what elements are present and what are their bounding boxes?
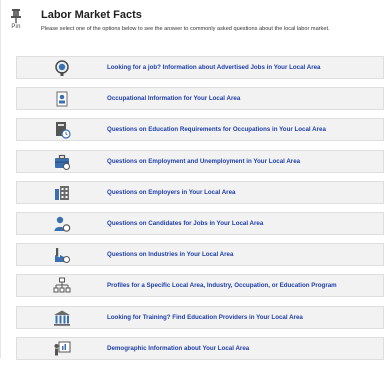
- option-label[interactable]: Looking for Training? Find Education Pro…: [107, 307, 303, 328]
- page-subtitle: Please select one of the options below t…: [41, 26, 330, 32]
- occupation-badge-icon: [53, 90, 71, 108]
- option-label[interactable]: Occupational Information for Your Local …: [107, 88, 240, 109]
- option-label[interactable]: Questions on Employment and Unemployment…: [107, 151, 300, 172]
- option-label[interactable]: Looking for a job? Information about Adv…: [107, 57, 321, 78]
- magnifier-icon: [53, 59, 71, 77]
- option-employment-unemployment[interactable]: Questions on Employment and Unemployment…: [16, 149, 384, 173]
- briefcase-icon: [53, 153, 71, 171]
- labor-market-facts-page: Pin Labor Market Facts Please select one…: [0, 0, 387, 360]
- org-chart-icon: [53, 277, 71, 295]
- option-demographics[interactable]: Demographic Information about Your Local…: [16, 336, 384, 360]
- option-occupational-info[interactable]: Occupational Information for Your Local …: [16, 87, 384, 111]
- option-profiles[interactable]: Profiles for a Specific Local Area, Indu…: [16, 274, 384, 298]
- option-label[interactable]: Profiles for a Specific Local Area, Indu…: [107, 275, 337, 296]
- option-industries[interactable]: Questions on Industries in Your Local Ar…: [16, 243, 384, 267]
- employers-buildings-icon: [53, 184, 71, 202]
- school-building-icon: [53, 309, 71, 327]
- option-label[interactable]: Questions on Employers in Your Local Are…: [107, 182, 235, 203]
- option-label[interactable]: Questions on Industries in Your Local Ar…: [107, 244, 233, 265]
- option-label[interactable]: Questions on Education Requirements for …: [107, 119, 326, 140]
- option-employers[interactable]: Questions on Employers in Your Local Are…: [16, 180, 384, 204]
- page-title: Labor Market Facts: [41, 9, 142, 21]
- option-label[interactable]: Demographic Information about Your Local…: [107, 338, 249, 359]
- option-training-providers[interactable]: Looking for Training? Find Education Pro…: [16, 305, 384, 329]
- option-candidates[interactable]: Questions on Candidates for Jobs in Your…: [16, 211, 384, 235]
- option-education-requirements[interactable]: Questions on Education Requirements for …: [16, 118, 384, 142]
- options-list: Looking for a job? Information about Adv…: [16, 56, 384, 368]
- education-books-icon: [53, 121, 71, 139]
- pin-button[interactable]: Pin: [5, 9, 27, 37]
- pin-label: Pin: [11, 24, 21, 30]
- option-advertised-jobs[interactable]: Looking for a job? Information about Adv…: [16, 56, 384, 79]
- option-label[interactable]: Questions on Candidates for Jobs in Your…: [107, 213, 263, 234]
- factory-icon: [53, 246, 71, 264]
- presentation-icon: [53, 340, 71, 358]
- pin-icon: [5, 9, 27, 23]
- candidate-person-icon: [53, 215, 71, 233]
